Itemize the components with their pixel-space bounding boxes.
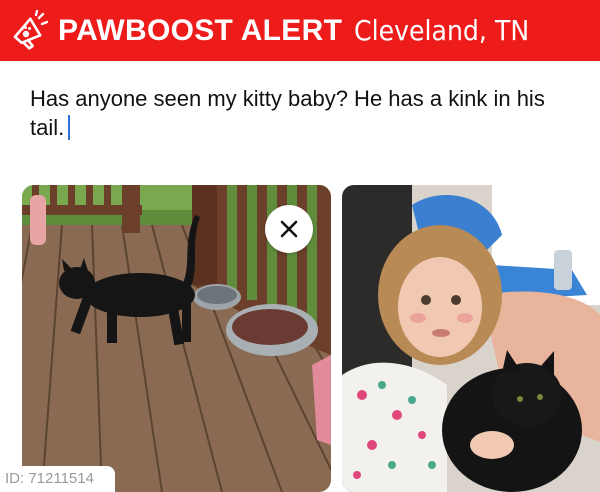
location-label: Cleveland, TN: [354, 14, 530, 47]
photo-child-with-cat[interactable]: [342, 185, 600, 492]
listing-id: ID: 71211514: [0, 466, 115, 492]
post-text-area[interactable]: Has anyone seen my kitty baby? He has a …: [30, 84, 570, 142]
megaphone-paw-icon: [8, 9, 52, 53]
brand-title: PAWBOOST ALERT: [58, 13, 343, 47]
post-text: Has anyone seen my kitty baby? He has a …: [30, 86, 545, 140]
text-cursor: [68, 115, 71, 140]
close-icon: [280, 220, 298, 238]
close-button[interactable]: [265, 205, 313, 253]
alert-banner: PAWBOOST ALERT Cleveland, TN: [0, 0, 600, 61]
